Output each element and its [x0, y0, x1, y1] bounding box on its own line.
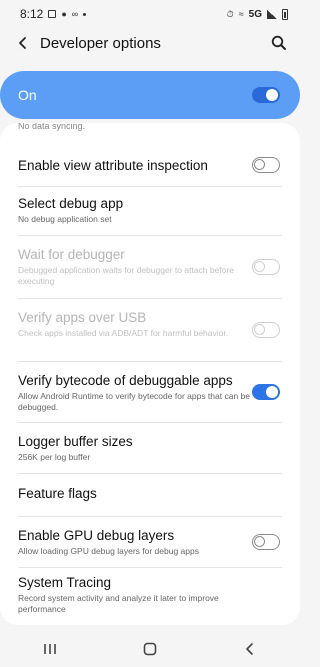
- alarm-icon: ⏱: [226, 8, 234, 19]
- arrow-left-icon: [19, 37, 26, 49]
- status-bar: 8:12 ● ∞ ⏱ ≈ 5G: [0, 0, 300, 28]
- status-left: 8:12 ● ∞: [20, 7, 87, 21]
- setting-enable-view-attribute-inspection[interactable]: Enable view attribute inspection: [0, 143, 300, 187]
- setting-select-debug-app[interactable]: Select debug app No debug application se…: [0, 187, 300, 235]
- setting-label: Feature flags: [18, 486, 97, 501]
- setting-label: Verify apps over USB: [18, 310, 147, 325]
- setting-description: Allow loading GPU debug layers for debug…: [18, 546, 199, 556]
- setting-description: Record system activity and analyze it la…: [18, 593, 219, 614]
- setting-label: System Tracing: [18, 575, 112, 590]
- toggle-switch[interactable]: [252, 157, 280, 173]
- back-icon: [246, 642, 253, 655]
- navigation-bar: [0, 630, 300, 667]
- battery-icon: [282, 8, 288, 20]
- setting-wait-for-debugger[interactable]: Wait for debugger Debugged application w…: [0, 236, 300, 298]
- status-time: 8:12: [20, 7, 44, 21]
- recents-button[interactable]: [30, 635, 70, 663]
- home-button[interactable]: [130, 635, 170, 663]
- setting-description: Allow Android Runtime to verify bytecode…: [18, 391, 250, 412]
- signal-icon: [267, 9, 277, 19]
- setting-label: Enable GPU debug layers: [18, 528, 175, 543]
- setting-label: Enable view attribute inspection: [18, 158, 208, 173]
- gallery-icon: [48, 10, 57, 18]
- setting-label: Select debug app: [18, 196, 124, 211]
- settings-list: No data syncing. Enable view attribute i…: [0, 123, 300, 625]
- person-icon: ●: [61, 8, 67, 19]
- home-icon: [143, 642, 157, 655]
- search-button[interactable]: [268, 32, 290, 54]
- toggle-switch[interactable]: [252, 534, 280, 550]
- recents-icon: [44, 643, 56, 654]
- setting-feature-flags[interactable]: Feature flags: [0, 474, 300, 516]
- master-toggle-label: On: [18, 87, 37, 103]
- setting-label: Logger buffer sizes: [18, 434, 133, 449]
- setting-description: Debugged application waits for debugger …: [18, 265, 234, 286]
- wifi-icon: ≈: [238, 8, 244, 19]
- back-button[interactable]: [12, 32, 34, 54]
- network-type: 5G: [248, 8, 262, 20]
- master-switch[interactable]: [252, 87, 280, 103]
- setting-enable-gpu-debug-layers[interactable]: Enable GPU debug layers Allow loading GP…: [0, 517, 300, 567]
- setting-system-tracing[interactable]: System Tracing Record system activity an…: [0, 568, 300, 625]
- toggle-switch[interactable]: [252, 384, 280, 400]
- dot-icon: [83, 12, 87, 16]
- setting-logger-buffer-sizes[interactable]: Logger buffer sizes 256K per log buffer: [0, 423, 300, 473]
- partial-item-text: No data syncing.: [18, 123, 86, 131]
- setting-description: 256K per log buffer: [18, 452, 91, 462]
- setting-description: Check apps installed via ADB/ADT for har…: [18, 328, 229, 338]
- nav-back-button[interactable]: [230, 635, 270, 663]
- app-bar: Developer options: [0, 28, 300, 58]
- developer-options-master-toggle[interactable]: On: [0, 71, 300, 119]
- toggle-switch[interactable]: [252, 322, 280, 338]
- toggle-switch[interactable]: [252, 259, 280, 275]
- setting-label: Wait for debugger: [18, 247, 125, 262]
- voicemail-icon: ∞: [71, 8, 79, 19]
- page-title: Developer options: [40, 35, 161, 52]
- search-icon: [271, 35, 286, 50]
- setting-description: No debug application set: [18, 214, 112, 224]
- status-right: ⏱ ≈ 5G: [226, 8, 288, 20]
- setting-verify-bytecode[interactable]: Verify bytecode of debuggable apps Allow…: [0, 362, 300, 422]
- setting-label: Verify bytecode of debuggable apps: [18, 373, 233, 388]
- setting-verify-apps-over-usb[interactable]: Verify apps over USB Check apps installe…: [0, 299, 300, 361]
